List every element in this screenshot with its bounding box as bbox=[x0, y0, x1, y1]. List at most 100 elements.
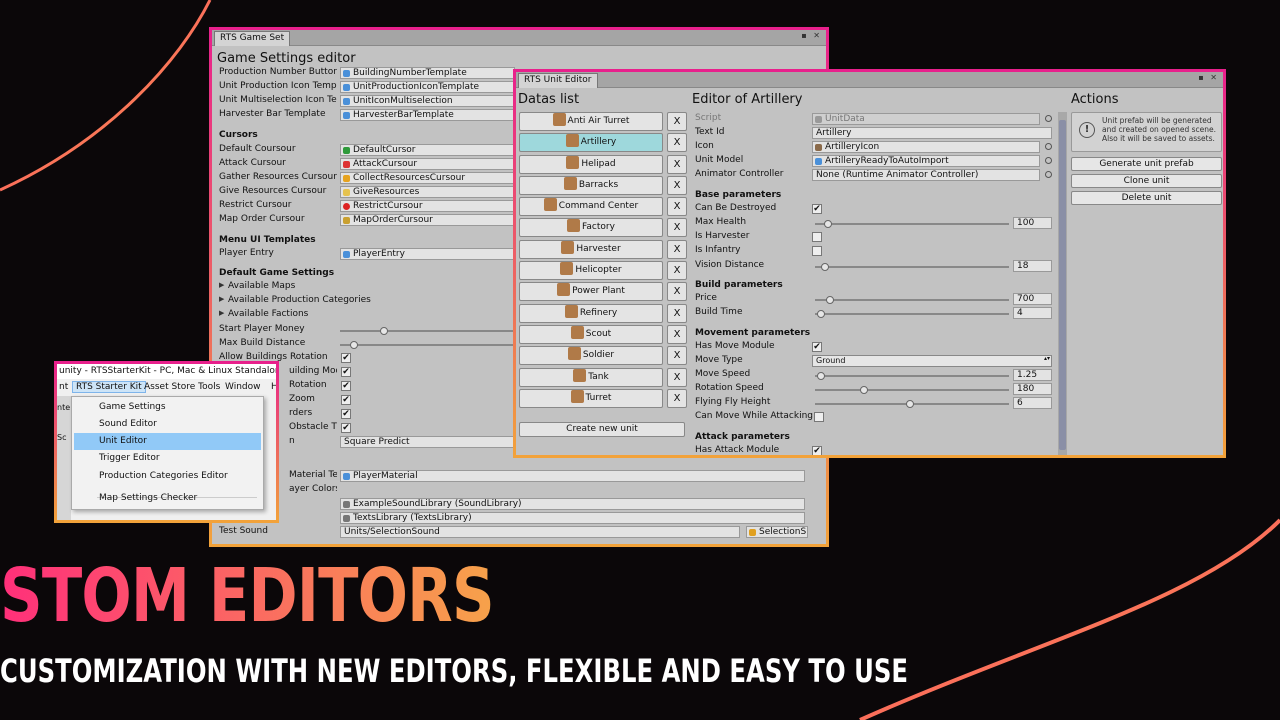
vision-slider[interactable] bbox=[815, 263, 1009, 271]
test-sound-dropdown[interactable]: Units/SelectionSound bbox=[340, 526, 740, 538]
animator-field[interactable]: None (Runtime Animator Controller) bbox=[812, 169, 1040, 181]
menu-asset-store-tools[interactable]: Asset Store Tools bbox=[144, 382, 220, 392]
remove-button[interactable]: X bbox=[667, 133, 687, 153]
cursor-field[interactable]: MapOrderCursour bbox=[340, 214, 515, 226]
price-slider[interactable] bbox=[815, 296, 1009, 304]
fly-height-slider[interactable] bbox=[815, 400, 1009, 408]
scrollbar-thumb[interactable] bbox=[1059, 120, 1066, 450]
cursor-field[interactable]: DefaultCursor bbox=[340, 144, 515, 156]
build-distance-slider[interactable] bbox=[340, 341, 520, 349]
selection-sound-field[interactable]: SelectionS bbox=[746, 526, 808, 538]
remove-button[interactable]: X bbox=[667, 388, 687, 408]
sound-library-field[interactable]: ExampleSoundLibrary (SoundLibrary) bbox=[340, 498, 805, 510]
menu-game-settings[interactable]: Game Settings bbox=[74, 399, 261, 416]
remove-button[interactable]: X bbox=[667, 261, 687, 281]
window-controls[interactable]: ▪ ✕ bbox=[1198, 73, 1219, 82]
menu-item-partial[interactable]: nt bbox=[59, 382, 68, 392]
price-input[interactable]: 700 bbox=[1013, 293, 1052, 305]
remove-button[interactable]: X bbox=[667, 175, 687, 195]
cursor-field[interactable]: AttackCursour bbox=[340, 158, 515, 170]
generate-prefab-button[interactable]: Generate unit prefab bbox=[1071, 157, 1222, 171]
unit-button[interactable]: Anti Air Turret bbox=[519, 112, 663, 131]
create-new-unit-button[interactable]: Create new unit bbox=[519, 422, 685, 437]
checkbox[interactable]: ✔ bbox=[341, 353, 351, 363]
checkbox[interactable]: ✔ bbox=[341, 395, 351, 405]
material-field[interactable]: PlayerMaterial bbox=[340, 470, 805, 482]
remove-button[interactable]: X bbox=[667, 197, 687, 217]
move-speed-input[interactable]: 1.25 bbox=[1013, 369, 1052, 381]
object-field[interactable]: BuildingNumberTemplate bbox=[340, 67, 515, 79]
rotation-speed-slider[interactable] bbox=[815, 386, 1009, 394]
remove-button[interactable]: X bbox=[667, 367, 687, 387]
object-field[interactable]: UnitProductionIconTemplate bbox=[340, 81, 515, 93]
unit-model-field[interactable]: ArtilleryReadyToAutoImport bbox=[812, 155, 1040, 167]
window-controls[interactable]: ▪ ✕ bbox=[801, 31, 822, 40]
checkbox[interactable]: ✔ bbox=[341, 409, 351, 419]
build-time-slider[interactable] bbox=[815, 310, 1009, 318]
menu-map-settings-checker[interactable]: Map Settings Checker bbox=[74, 490, 261, 507]
unit-button[interactable]: Command Center bbox=[519, 197, 663, 217]
unit-button[interactable]: Soldier bbox=[519, 346, 663, 366]
clone-unit-button[interactable]: Clone unit bbox=[1071, 174, 1222, 188]
menu-help-partial[interactable]: H bbox=[271, 382, 276, 392]
object-field[interactable]: PlayerEntry bbox=[340, 248, 515, 260]
vision-input[interactable]: 18 bbox=[1013, 260, 1052, 272]
is-harvester-checkbox[interactable] bbox=[812, 232, 822, 242]
rotation-speed-input[interactable]: 180 bbox=[1013, 383, 1052, 395]
remove-button[interactable]: X bbox=[667, 239, 687, 259]
object-field[interactable]: UnitIconMultiselection bbox=[340, 95, 515, 107]
unit-editor-tab[interactable]: RTS Unit Editor bbox=[518, 73, 598, 88]
build-time-input[interactable]: 4 bbox=[1013, 307, 1052, 319]
object-picker-icon[interactable] bbox=[1045, 115, 1052, 122]
game-settings-tab[interactable]: RTS Game Set bbox=[214, 31, 291, 46]
unit-button[interactable]: Tank bbox=[519, 367, 663, 387]
object-picker-icon[interactable] bbox=[1045, 143, 1052, 150]
checkbox[interactable]: ✔ bbox=[341, 381, 351, 391]
unit-button[interactable]: Helipad bbox=[519, 154, 663, 174]
remove-button[interactable]: X bbox=[667, 324, 687, 344]
move-type-dropdown[interactable]: Ground bbox=[812, 355, 1052, 367]
editor-scrollbar[interactable] bbox=[1058, 112, 1067, 455]
menu-window[interactable]: Window bbox=[225, 382, 261, 392]
unit-button[interactable]: Power Plant bbox=[519, 282, 663, 302]
unit-button[interactable]: Turret bbox=[519, 388, 663, 408]
remove-button[interactable]: X bbox=[667, 346, 687, 366]
unit-button[interactable]: Barracks bbox=[519, 175, 663, 195]
object-picker-icon[interactable] bbox=[1045, 157, 1052, 164]
menu-production-categories[interactable]: Production Categories Editor bbox=[74, 468, 261, 485]
unit-button[interactable]: Scout bbox=[519, 324, 663, 344]
object-field[interactable]: HarvesterBarTemplate bbox=[340, 109, 515, 121]
delete-unit-button[interactable]: Delete unit bbox=[1071, 191, 1222, 205]
move-attack-checkbox[interactable] bbox=[814, 412, 824, 422]
icon-field[interactable]: ArtilleryIcon bbox=[812, 141, 1040, 153]
unit-button[interactable]: Refinery bbox=[519, 303, 663, 323]
text-id-input[interactable]: Artillery bbox=[812, 127, 1052, 139]
remove-button[interactable]: X bbox=[667, 282, 687, 302]
unit-button[interactable]: Harvester bbox=[519, 239, 663, 259]
menu-rts-starter-kit[interactable]: RTS Starter Kit bbox=[72, 381, 146, 393]
has-move-checkbox[interactable]: ✔ bbox=[812, 342, 822, 352]
remove-button[interactable]: X bbox=[667, 154, 687, 174]
remove-button[interactable]: X bbox=[667, 218, 687, 238]
remove-button[interactable]: X bbox=[667, 112, 687, 131]
cursor-field[interactable]: RestrictCursour bbox=[340, 200, 515, 212]
max-health-slider[interactable] bbox=[815, 220, 1009, 228]
can-destroy-checkbox[interactable]: ✔ bbox=[812, 204, 822, 214]
texts-library-field[interactable]: TextsLibrary (TextsLibrary) bbox=[340, 512, 805, 524]
move-speed-slider[interactable] bbox=[815, 372, 1009, 380]
unit-button[interactable]: Factory bbox=[519, 218, 663, 238]
checkbox[interactable]: ✔ bbox=[341, 367, 351, 377]
has-attack-checkbox[interactable]: ✔ bbox=[812, 446, 822, 455]
remove-button[interactable]: X bbox=[667, 303, 687, 323]
dropdown-field[interactable]: Square Predict bbox=[340, 436, 515, 448]
cursor-field[interactable]: CollectResourcesCursour bbox=[340, 172, 515, 184]
money-slider[interactable] bbox=[340, 327, 520, 335]
max-health-input[interactable]: 100 bbox=[1013, 217, 1052, 229]
is-infantry-checkbox[interactable] bbox=[812, 246, 822, 256]
unit-button-selected[interactable]: Artillery bbox=[519, 133, 663, 153]
cursor-field[interactable]: GiveResources bbox=[340, 186, 515, 198]
menu-sound-editor[interactable]: Sound Editor bbox=[74, 416, 261, 433]
object-picker-icon[interactable] bbox=[1045, 171, 1052, 178]
menu-trigger-editor[interactable]: Trigger Editor bbox=[74, 450, 261, 467]
menu-unit-editor[interactable]: Unit Editor bbox=[74, 433, 261, 450]
